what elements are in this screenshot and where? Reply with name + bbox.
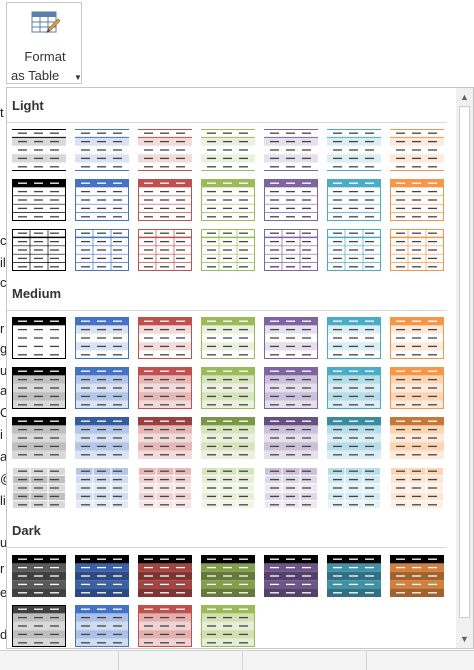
- section-title-light: Light: [12, 98, 44, 113]
- table-style-medium-orange[interactable]: [389, 466, 445, 510]
- sheet-cell-fragment: i: [0, 427, 3, 442]
- table-style-light-blue[interactable]: [74, 128, 130, 172]
- scroll-down-icon[interactable]: ▼: [456, 632, 473, 646]
- table-style-dark-blue[interactable]: [74, 554, 130, 598]
- table-style-dark-green[interactable]: [200, 554, 256, 598]
- table-style-light-green[interactable]: [200, 128, 256, 172]
- worksheet-bottom-grid: [0, 650, 474, 670]
- table-style-medium-none[interactable]: [11, 316, 67, 360]
- table-style-light-aqua[interactable]: [326, 228, 382, 272]
- section-divider: [7, 310, 447, 311]
- table-style-medium-aqua[interactable]: [326, 316, 382, 360]
- table-style-light-red[interactable]: [137, 228, 193, 272]
- table-style-dark-none[interactable]: [11, 604, 67, 648]
- sheet-cell-fragment: li: [0, 493, 6, 508]
- table-style-medium-orange[interactable]: [389, 316, 445, 360]
- table-style-light-orange[interactable]: [389, 228, 445, 272]
- table-style-medium-none[interactable]: [11, 416, 67, 460]
- table-style-dark-red[interactable]: [137, 604, 193, 648]
- table-style-dark-purple[interactable]: [263, 554, 319, 598]
- table-style-light-aqua[interactable]: [326, 178, 382, 222]
- table-style-gallery: Light Medium Dark ▲ ▼: [6, 87, 474, 649]
- sheet-cell-fragment: t: [0, 105, 4, 120]
- table-style-medium-orange[interactable]: [389, 366, 445, 410]
- table-style-medium-purple[interactable]: [263, 316, 319, 360]
- table-style-dark-blue[interactable]: [74, 604, 130, 648]
- caret-down-icon[interactable]: ▼: [74, 73, 82, 82]
- table-style-medium-purple[interactable]: [263, 366, 319, 410]
- table-style-medium-purple[interactable]: [263, 466, 319, 510]
- table-style-medium-green[interactable]: [200, 316, 256, 360]
- table-style-light-none[interactable]: [11, 178, 67, 222]
- section-divider: [7, 547, 447, 548]
- table-style-light-red[interactable]: [137, 128, 193, 172]
- table-style-medium-blue[interactable]: [74, 366, 130, 410]
- table-style-light-none[interactable]: [11, 228, 67, 272]
- table-style-medium-none[interactable]: [11, 366, 67, 410]
- table-style-medium-blue[interactable]: [74, 416, 130, 460]
- table-style-light-orange[interactable]: [389, 178, 445, 222]
- format-as-table-label-2: as Table: [11, 68, 60, 83]
- table-style-light-green[interactable]: [200, 228, 256, 272]
- table-style-light-blue[interactable]: [74, 178, 130, 222]
- table-style-medium-red[interactable]: [137, 366, 193, 410]
- gallery-scrollbar[interactable]: ▲ ▼: [456, 88, 473, 648]
- table-style-light-none[interactable]: [11, 128, 67, 172]
- table-style-light-purple[interactable]: [263, 228, 319, 272]
- table-style-light-orange[interactable]: [389, 128, 445, 172]
- sheet-cell-fragment: r: [0, 321, 5, 336]
- table-style-medium-blue[interactable]: [74, 316, 130, 360]
- table-style-dark-orange[interactable]: [389, 554, 445, 598]
- table-style-medium-aqua[interactable]: [326, 466, 382, 510]
- table-style-light-aqua[interactable]: [326, 128, 382, 172]
- table-style-medium-red[interactable]: [137, 416, 193, 460]
- table-style-medium-red[interactable]: [137, 316, 193, 360]
- section-title-medium: Medium: [12, 286, 62, 301]
- format-as-table-button[interactable]: Format as Table ▼: [6, 2, 82, 84]
- table-style-light-blue[interactable]: [74, 228, 130, 272]
- table-style-light-red[interactable]: [137, 178, 193, 222]
- table-style-light-green[interactable]: [200, 178, 256, 222]
- section-title-dark: Dark: [12, 523, 41, 538]
- table-style-medium-none[interactable]: [11, 466, 67, 510]
- section-divider: [7, 122, 447, 123]
- scrollbar-thumb[interactable]: [459, 106, 470, 618]
- table-style-medium-aqua[interactable]: [326, 416, 382, 460]
- table-style-medium-blue[interactable]: [74, 466, 130, 510]
- table-style-medium-purple[interactable]: [263, 416, 319, 460]
- table-style-dark-red[interactable]: [137, 554, 193, 598]
- table-style-medium-aqua[interactable]: [326, 366, 382, 410]
- sheet-cell-fragment: r: [0, 561, 5, 576]
- table-style-light-purple[interactable]: [263, 178, 319, 222]
- table-style-light-purple[interactable]: [263, 128, 319, 172]
- table-style-medium-orange[interactable]: [389, 416, 445, 460]
- format-as-table-label: Format: [24, 49, 66, 64]
- table-style-medium-green[interactable]: [200, 366, 256, 410]
- table-style-medium-green[interactable]: [200, 466, 256, 510]
- sheet-cell-fragment: il: [0, 255, 6, 270]
- table-style-dark-aqua[interactable]: [326, 554, 382, 598]
- table-style-dark-none[interactable]: [11, 554, 67, 598]
- table-style-dark-green[interactable]: [200, 604, 256, 648]
- table-format-icon: [31, 11, 61, 37]
- scroll-up-icon[interactable]: ▲: [456, 90, 473, 104]
- table-style-medium-red[interactable]: [137, 466, 193, 510]
- table-style-medium-green[interactable]: [200, 416, 256, 460]
